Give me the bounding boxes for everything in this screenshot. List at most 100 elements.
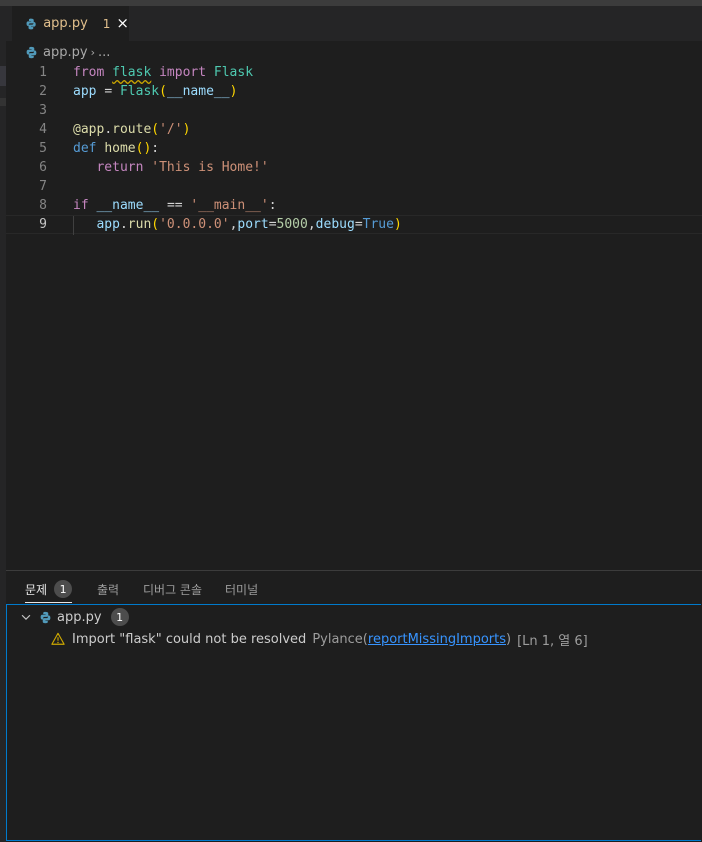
python-file-icon	[26, 18, 36, 29]
code-token: (	[159, 84, 167, 99]
code-token: =	[104, 84, 113, 99]
line-number: 1	[39, 65, 47, 80]
problem-source-close: )	[506, 631, 512, 647]
code-token: True	[362, 217, 394, 232]
tab-output[interactable]: 출력	[97, 576, 119, 602]
editor-tab-app-py[interactable]: app.py 1 ×	[12, 6, 129, 41]
code-token: app	[73, 84, 97, 99]
code-token: '/'	[159, 122, 183, 137]
tab-problems[interactable]: 문제 1	[25, 576, 73, 603]
python-file-icon	[26, 46, 37, 58]
code-token: app	[96, 217, 120, 232]
problem-file-count-badge: 1	[110, 608, 129, 626]
code-token: )	[182, 122, 191, 137]
code-token: =	[354, 217, 363, 232]
code-token: from	[73, 65, 105, 80]
code-line: 5 def home():	[6, 139, 702, 158]
code-token: (	[151, 122, 160, 137]
code-token: (	[151, 217, 160, 232]
line-number: 5	[39, 141, 47, 156]
problem-source: Pylance(	[312, 631, 368, 647]
code-token: )	[393, 217, 402, 232]
code-token: def	[73, 141, 97, 156]
line-number: 3	[39, 103, 47, 118]
code-line: 3	[6, 101, 702, 120]
python-file-icon	[40, 611, 51, 623]
code-token: import	[159, 65, 207, 80]
code-token: '__main__'	[190, 198, 269, 213]
code-text: return 'This is Home!'	[73, 160, 269, 175]
code-token: Flask	[119, 84, 160, 99]
problems-count-badge: 1	[54, 580, 73, 598]
code-line: 6 return 'This is Home!'	[6, 158, 702, 177]
tab-debug-console-label: 디버그 콘솔	[143, 582, 203, 597]
line-number: 8	[39, 198, 47, 213]
line-number: 7	[39, 179, 47, 194]
code-token: ()	[135, 141, 152, 156]
chevron-down-icon[interactable]	[19, 610, 33, 624]
problem-location: [Ln 1, 열 6]	[517, 633, 588, 649]
line-number: 2	[39, 84, 47, 99]
breadcrumb-symbols[interactable]: ...	[98, 45, 110, 60]
code-text: @app.route('/')	[73, 122, 190, 137]
editor-tab-bar: app.py 1 ×	[6, 6, 702, 41]
code-token: debug	[315, 217, 355, 232]
code-token: port	[237, 217, 269, 232]
code-line: 4 @app.route('/')	[6, 120, 702, 139]
code-token: __name__	[166, 84, 230, 99]
code-token: 'This is Home!'	[151, 160, 269, 175]
line-number: 4	[39, 122, 47, 137]
close-tab-icon[interactable]: ×	[116, 16, 129, 31]
problem-item[interactable]: Import "flask" could not be resolved Pyl…	[51, 628, 588, 650]
panel-tab-bar: 문제 1 출력 디버그 콘솔 터미널	[6, 576, 702, 604]
tab-terminal[interactable]: 터미널	[225, 576, 258, 602]
tab-filename: app.py	[43, 16, 88, 31]
code-token: @	[73, 122, 81, 137]
warning-icon	[51, 632, 65, 645]
code-token: run	[127, 217, 152, 232]
code-token: home	[104, 141, 136, 156]
panel-divider[interactable]	[6, 570, 702, 571]
code-token: __name__	[96, 198, 160, 213]
problem-code-link[interactable]: reportMissingImports	[368, 632, 506, 647]
code-token: )	[229, 84, 238, 99]
code-token: Flask	[213, 65, 254, 80]
tab-debug-console[interactable]: 디버그 콘솔	[143, 576, 202, 602]
problem-file-name: app.py	[57, 609, 102, 625]
breadcrumb-file[interactable]: app.py	[43, 45, 88, 60]
code-token: .	[104, 122, 113, 137]
code-editor[interactable]: 1 from flask import Flask 2 app = Flask(…	[6, 62, 702, 570]
code-token: 5000	[276, 217, 308, 232]
tab-problem-count: 1	[102, 16, 111, 31]
code-line: 8 if __name__ == '__main__':	[6, 196, 702, 215]
code-token: :	[151, 141, 160, 156]
code-token: if	[73, 198, 89, 213]
code-token: :	[268, 198, 277, 213]
problem-message: Import "flask" could not be resolved	[72, 631, 307, 647]
line-number: 6	[39, 160, 47, 175]
code-token: route	[112, 122, 152, 137]
code-token: return	[96, 160, 144, 175]
code-text: app = Flask(__name__)	[73, 84, 237, 99]
code-token: ==	[166, 198, 183, 213]
missing-import-squiggle[interactable]: flask	[112, 65, 151, 80]
code-line: 2 app = Flask(__name__)	[6, 82, 702, 101]
code-token: '0.0.0.0'	[159, 217, 230, 232]
code-line: 7	[6, 177, 702, 196]
tab-terminal-label: 터미널	[225, 582, 259, 597]
problems-view: app.py 1 Import "flask" could not be res…	[6, 604, 701, 841]
code-token: ,	[307, 217, 316, 232]
code-line: 1 from flask import Flask	[6, 63, 702, 82]
code-text: if __name__ == '__main__':	[73, 198, 277, 213]
tab-output-label: 출력	[97, 582, 120, 597]
breadcrumb: app.py › ...	[25, 42, 110, 62]
tab-problems-label: 문제	[25, 582, 48, 597]
chevron-right-icon: ›	[90, 45, 95, 59]
code-text: from flask import Flask	[73, 65, 253, 80]
problem-file-row[interactable]: app.py 1	[19, 606, 129, 628]
code-text: def home():	[73, 141, 159, 156]
line-number: 9	[39, 217, 47, 232]
code-text: app.run('0.0.0.0',port=5000,debug=True)	[73, 217, 402, 232]
code-token: =	[268, 217, 277, 232]
code-line-active: 9 app.run('0.0.0.0',port=5000,debug=True…	[6, 215, 702, 235]
